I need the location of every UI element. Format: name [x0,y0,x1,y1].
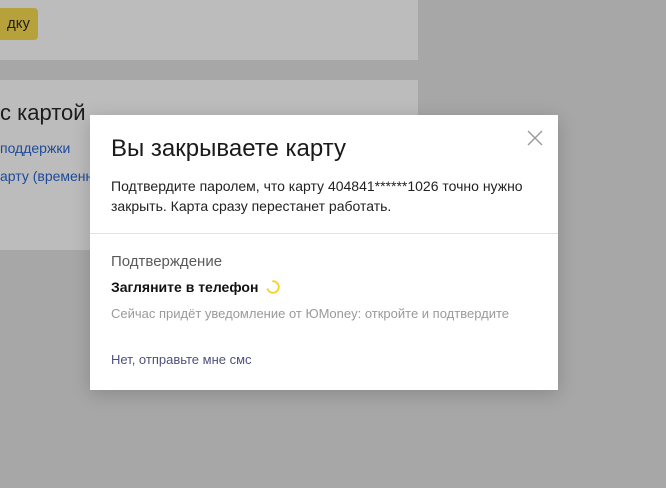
background-link-support: поддержки [0,140,71,156]
close-card-dialog: Вы закрываете карту Подтвердите паролем,… [90,115,558,390]
check-phone-row: Загляните в телефон [111,279,281,295]
dialog-description: Подтвердите паролем, что карту 404841***… [111,178,523,214]
dialog-title: Вы закрываете карту [111,135,346,162]
close-icon[interactable] [526,129,544,147]
confirmation-section-title: Подтверждение [111,253,223,270]
send-sms-link[interactable]: Нет, отправьте мне смс [111,352,252,367]
background-link-block-card: арту (временно [0,168,102,184]
background-section-heading: с картой [0,100,86,125]
background-action-button: дку [0,8,38,40]
loading-spinner-icon [266,280,281,294]
background-card-top [0,0,418,60]
notification-hint: Сейчас придёт уведомление от ЮMoney: отк… [111,306,510,321]
check-phone-title: Загляните в телефон [111,279,259,295]
dialog-divider [90,233,558,234]
